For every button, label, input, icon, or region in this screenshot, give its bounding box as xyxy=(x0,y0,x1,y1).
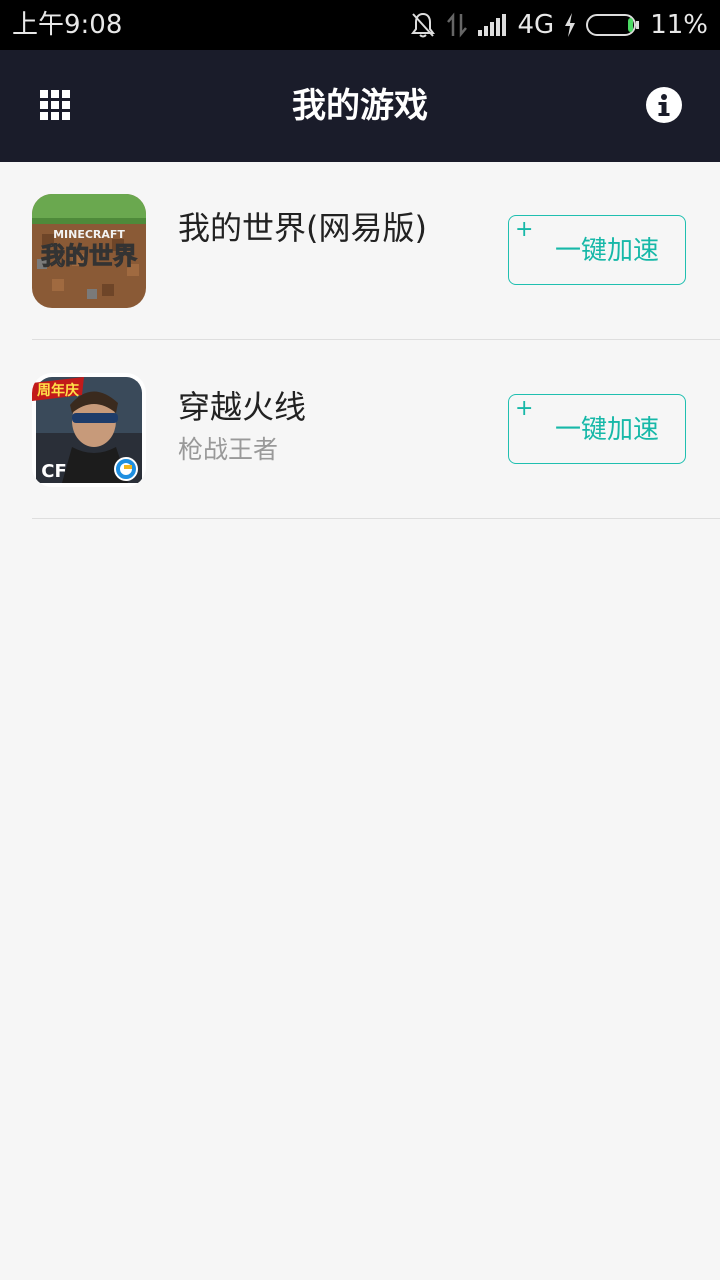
grid-menu-icon xyxy=(40,90,70,120)
svg-text:我的世界: 我的世界 xyxy=(41,242,137,270)
boost-button-label: 一键加速 xyxy=(554,236,659,266)
divider xyxy=(32,518,720,519)
signal-icon xyxy=(477,14,506,36)
minecraft-app-icon: MINECRAFT 我的世界 xyxy=(32,194,146,308)
game-item-crossfire[interactable]: 周年庆 CF 穿越火线 枪战王者 + 一键加速 xyxy=(0,341,720,519)
battery-percent: 11% xyxy=(650,10,708,40)
grid-menu-button[interactable] xyxy=(38,88,74,124)
battery-icon xyxy=(586,14,640,36)
boost-button[interactable]: + 一键加速 xyxy=(508,394,686,464)
boost-button-label: 一键加速 xyxy=(554,415,659,445)
app-header: 我的游戏 xyxy=(0,50,720,162)
status-bar: 上午9:08 4G 11% xyxy=(0,0,720,50)
page-title: 我的游戏 xyxy=(292,86,428,126)
status-icons: 4G 11% xyxy=(400,8,708,42)
charging-icon xyxy=(565,13,576,37)
game-name: 穿越火线 xyxy=(178,388,307,426)
status-time: 上午9:08 xyxy=(12,10,123,40)
game-name: 我的世界(网易版) xyxy=(178,209,427,247)
svg-text:CF: CF xyxy=(41,461,67,482)
network-type: 4G xyxy=(517,10,555,40)
svg-text:周年庆: 周年庆 xyxy=(37,382,79,399)
divider xyxy=(32,339,720,340)
game-item-minecraft[interactable]: MINECRAFT 我的世界 我的世界(网易版) + 一键加速 xyxy=(0,162,720,340)
data-arrows-icon xyxy=(446,12,467,38)
bell-off-icon xyxy=(410,12,435,38)
info-icon xyxy=(658,94,670,116)
game-subtitle: 枪战王者 xyxy=(178,435,279,464)
crossfire-app-icon: 周年庆 CF xyxy=(32,373,146,487)
svg-text:MINECRAFT: MINECRAFT xyxy=(53,228,125,241)
boost-button[interactable]: + 一键加速 xyxy=(508,215,686,285)
info-button[interactable] xyxy=(646,87,682,123)
